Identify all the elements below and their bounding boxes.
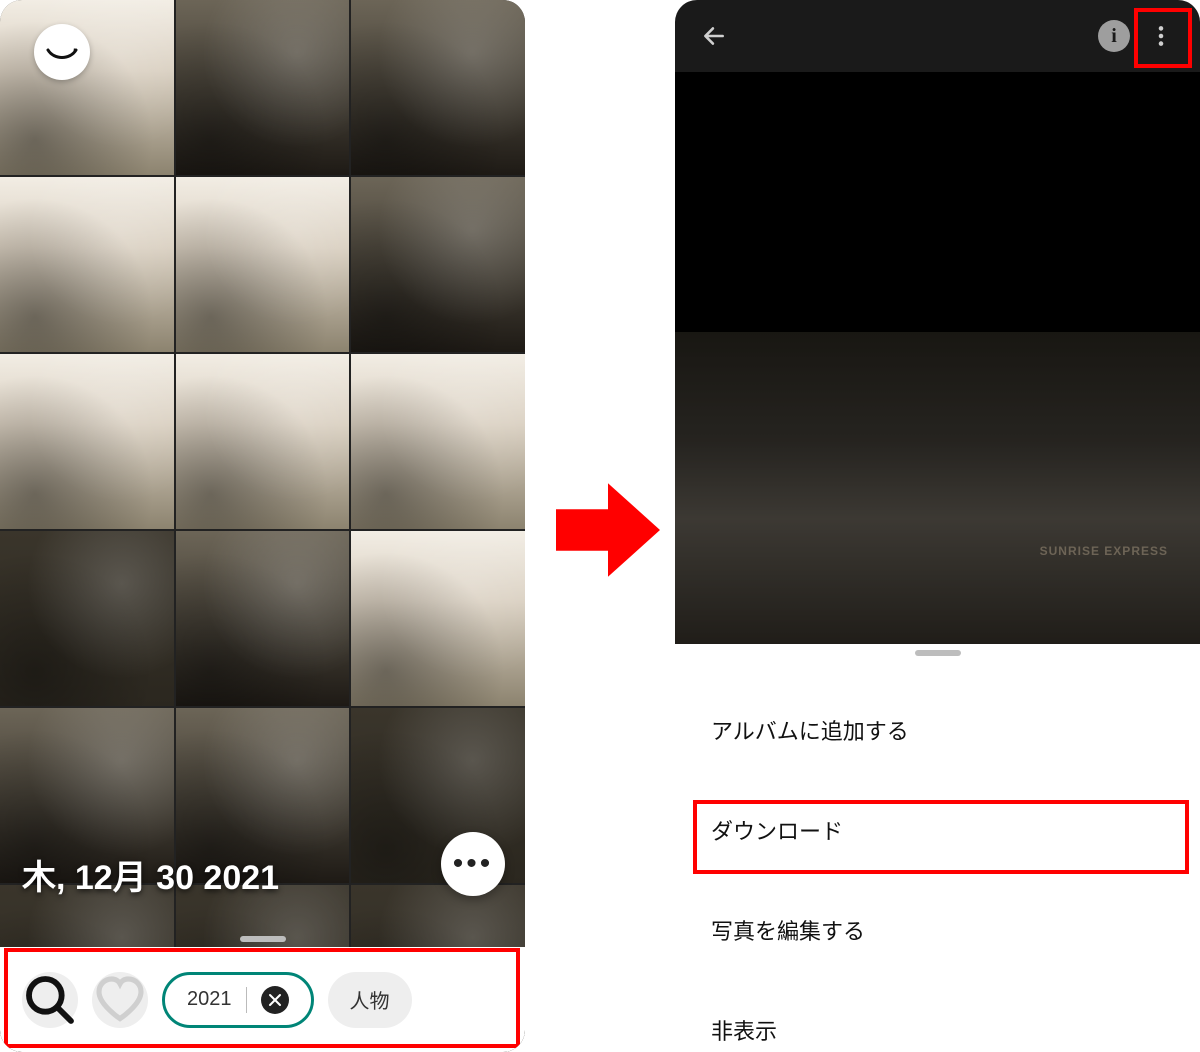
menu-hide[interactable]: 非表示 xyxy=(675,980,1200,1052)
photo-thumb[interactable] xyxy=(351,531,525,706)
brand-badge[interactable] xyxy=(34,24,90,80)
info-button[interactable]: i xyxy=(1098,20,1130,52)
menu-item-label: アルバムに追加する xyxy=(711,719,909,744)
smile-arrow-icon xyxy=(44,34,80,70)
photo-thumb[interactable] xyxy=(0,177,174,352)
sheet-handle[interactable] xyxy=(240,936,286,942)
overflow-menu: アルバムに追加する ダウンロード 写真を編集する 非表示 xyxy=(675,680,1200,1052)
clear-year-filter[interactable] xyxy=(261,986,289,1014)
photo-thumb[interactable] xyxy=(176,177,350,352)
overflow-menu-button[interactable] xyxy=(1140,15,1182,57)
close-icon xyxy=(268,993,282,1007)
year-filter-label: 2021 xyxy=(187,988,232,1011)
menu-item-label: 非表示 xyxy=(711,1019,777,1044)
viewer-topbar: i xyxy=(675,0,1200,72)
viewer-letterbox xyxy=(675,72,1200,332)
search-button[interactable] xyxy=(22,972,78,1028)
flow-arrow xyxy=(556,476,660,584)
menu-item-label: 写真を編集する xyxy=(711,919,865,944)
sheet-handle[interactable] xyxy=(915,650,961,656)
photo-thumb[interactable] xyxy=(0,531,174,706)
back-button[interactable] xyxy=(693,15,735,57)
search-icon xyxy=(22,972,78,1028)
menu-add-to-album[interactable]: アルバムに追加する xyxy=(675,680,1200,780)
more-dots-icon: ••• xyxy=(453,847,494,881)
menu-edit-photo[interactable]: 写真を編集する xyxy=(675,880,1200,980)
photo-thumb[interactable] xyxy=(0,354,174,529)
grid-date-label: 木, 12月 30 2021 xyxy=(22,850,279,899)
chip-divider xyxy=(246,987,247,1013)
info-icon: i xyxy=(1111,25,1117,48)
photo-thumb[interactable] xyxy=(0,0,174,175)
gallery-screen: 木, 12月 30 2021 ••• 2021 xyxy=(0,0,525,1052)
heart-icon xyxy=(92,972,148,1028)
people-filter-label: 人物 xyxy=(350,985,390,1014)
photo-thumb[interactable] xyxy=(351,354,525,529)
vertical-dots-icon xyxy=(1148,23,1174,49)
year-filter-chip[interactable]: 2021 xyxy=(162,972,314,1028)
photo-thumb[interactable] xyxy=(351,177,525,352)
photo-caption: SUNRISE EXPRESS xyxy=(1040,544,1168,558)
photo-viewer-screen: i SUNRISE EXPRESS アルバムに追加する ダウンロード 写真を編集… xyxy=(675,0,1200,1052)
people-filter-chip[interactable]: 人物 xyxy=(328,972,412,1028)
back-arrow-icon xyxy=(701,23,727,49)
photo-thumb[interactable] xyxy=(176,531,350,706)
photo-thumb[interactable] xyxy=(176,0,350,175)
menu-download[interactable]: ダウンロード xyxy=(675,780,1200,880)
photo-thumb[interactable] xyxy=(351,0,525,175)
photo-thumb[interactable] xyxy=(176,354,350,529)
filter-bar: 2021 人物 xyxy=(0,947,525,1052)
arrow-right-icon xyxy=(556,476,660,584)
more-button[interactable]: ••• xyxy=(441,832,505,896)
photo-preview[interactable]: SUNRISE EXPRESS xyxy=(675,332,1200,644)
menu-item-label: ダウンロード xyxy=(711,819,843,844)
favorites-filter[interactable] xyxy=(92,972,148,1028)
